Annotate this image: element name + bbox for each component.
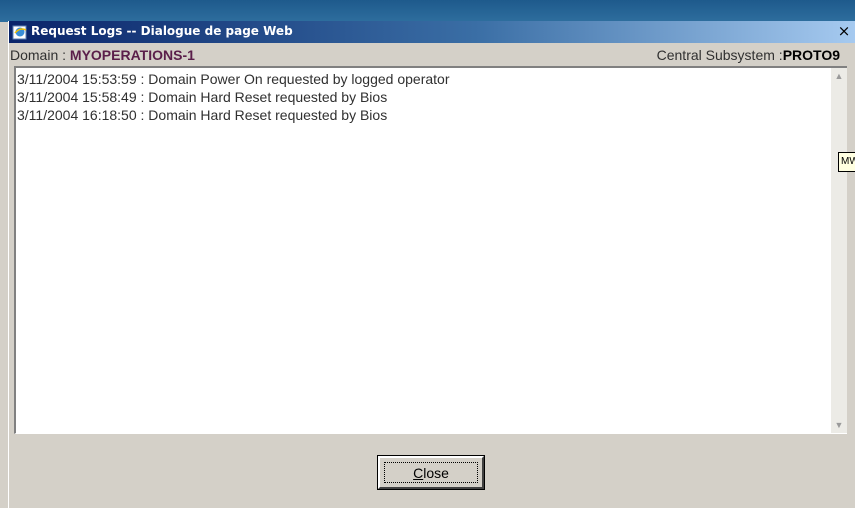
log-entry: 3/11/2004 15:53:59 : Domain Power On req…: [17, 71, 450, 87]
vertical-scrollbar[interactable]: ▲ ▼: [831, 68, 847, 433]
background-page-strip: [0, 0, 855, 22]
subsystem-label: Central Subsystem :: [656, 47, 783, 63]
domain-info: Domain : MYOPERATIONS-1: [10, 47, 195, 63]
close-accelerator: C: [413, 465, 424, 481]
log-textarea[interactable]: 3/11/2004 15:53:59 : Domain Power On req…: [14, 66, 847, 434]
subsystem-value: PROTO9: [782, 47, 840, 63]
arrow-down-icon[interactable]: ▼: [831, 417, 847, 433]
info-header: Domain : MYOPERATIONS-1 Central Subsyste…: [9, 43, 855, 65]
title-bar[interactable]: Request Logs -- Dialogue de page Web ×: [9, 21, 855, 43]
subsystem-info: Central Subsystem :PROTO9: [657, 47, 840, 63]
ie-page-icon: [12, 25, 27, 40]
close-button[interactable]: Close: [377, 455, 485, 490]
domain-label: Domain :: [10, 47, 70, 63]
log-entry: 3/11/2004 16:18:50 : Domain Hard Reset r…: [17, 107, 388, 123]
close-label-rest: lose: [423, 465, 449, 481]
tooltip: MW: [838, 152, 855, 172]
log-entry: 3/11/2004 15:58:49 : Domain Hard Reset r…: [17, 89, 388, 105]
log-list: 3/11/2004 15:53:59 : Domain Power On req…: [17, 70, 449, 124]
domain-value: MYOPERATIONS-1: [69, 47, 195, 63]
close-icon[interactable]: ×: [836, 22, 852, 40]
close-button-label: Close: [384, 462, 478, 483]
window-title: Request Logs -- Dialogue de page Web: [31, 24, 293, 38]
arrow-up-icon[interactable]: ▲: [831, 68, 847, 84]
